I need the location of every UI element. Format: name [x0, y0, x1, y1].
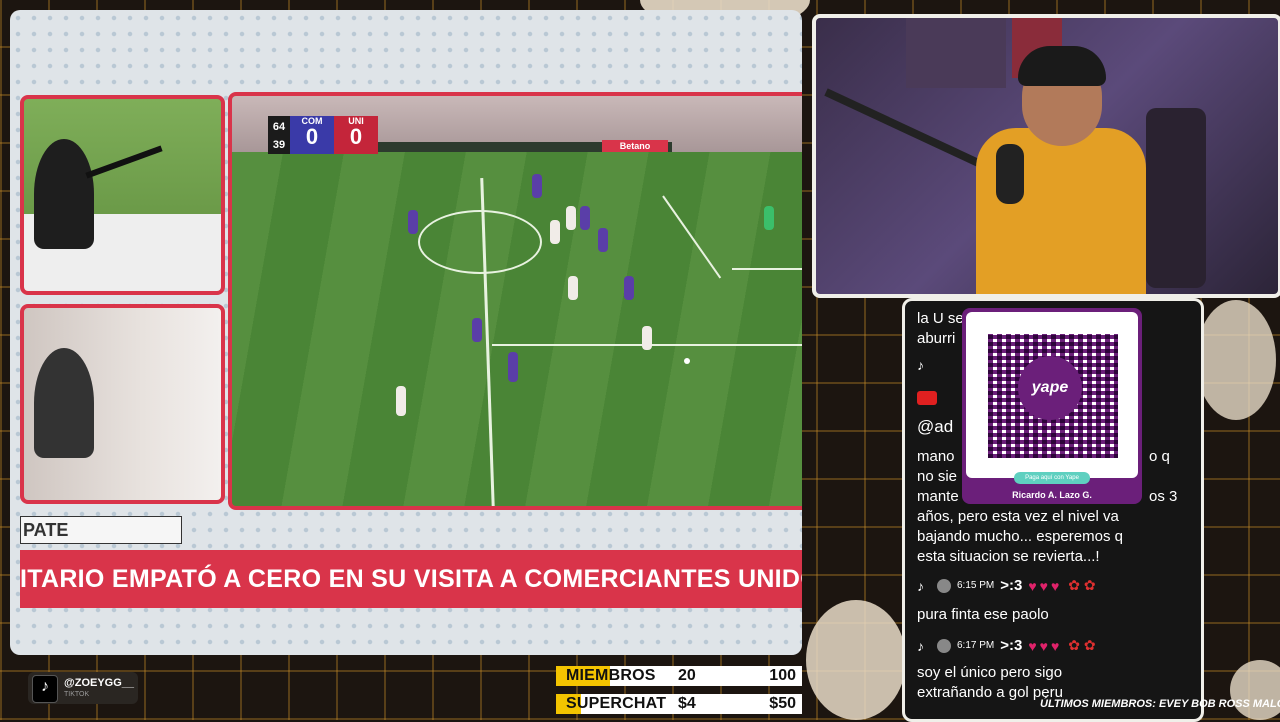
host-figure	[34, 139, 94, 249]
tiktok-handle: @ZOEYGG__	[64, 677, 135, 689]
chat-message: pura finta ese paolo	[917, 606, 1049, 623]
chat-message-fragment: os 3	[1149, 488, 1178, 505]
heart-icon: ♥♥♥	[1028, 637, 1063, 654]
gaming-chair	[1146, 108, 1206, 288]
player	[642, 326, 652, 350]
chat-meta: ♪	[917, 357, 931, 373]
player	[508, 352, 518, 382]
box-line	[732, 268, 802, 270]
football-broadcast: Betano 64 39 COM 0 UNI 0	[228, 92, 802, 510]
goal-label: SUPERCHAT	[566, 695, 667, 712]
player	[568, 276, 578, 300]
scoreboard: 64 39 COM 0 UNI 0	[268, 116, 378, 154]
chat-meta: ♪ 6:15 PM >:3 ♥♥♥ ✿ ✿	[917, 577, 1096, 594]
pay-with-yape-button[interactable]: Paga aquí con Yape	[1014, 472, 1090, 484]
chat-message: años, pero esta vez el nivel va	[917, 508, 1119, 525]
player	[624, 276, 634, 300]
streamer-hair	[1018, 46, 1106, 86]
player	[598, 228, 608, 252]
box-line	[662, 195, 722, 279]
yape-qr-card[interactable]: yape Paga aquí con Yape Ricardo A. Lazo …	[962, 308, 1142, 504]
player	[472, 318, 482, 342]
player	[532, 174, 542, 198]
goal-label: MIEMBROS	[566, 667, 656, 684]
mic-arm	[85, 145, 163, 179]
avatar	[937, 578, 951, 593]
goalkeeper	[764, 206, 774, 230]
chat-message: esta situacion se revierta...!	[917, 548, 1100, 565]
center-circle	[418, 210, 542, 274]
youtube-icon	[917, 391, 937, 405]
away-score: 0	[349, 124, 363, 149]
chat-message: mano	[917, 448, 955, 465]
chat-message: no sie	[917, 468, 958, 485]
lower-third-label: PATE	[20, 516, 182, 544]
chat-message: aburri	[917, 330, 956, 347]
chat-message: soy el único pero sigo	[917, 664, 1063, 681]
main-video-panel: Betano 64 39 COM 0 UNI 0 PATE ITARIO EMP…	[10, 10, 802, 655]
studio-camera-1	[20, 95, 225, 295]
tiktok-icon: ♪	[917, 637, 924, 654]
home-score: 0	[305, 124, 319, 149]
home-team: COM 0	[290, 116, 334, 154]
chat-message: mante	[917, 488, 959, 505]
superchat-goal-bar: SUPERCHAT $4 $50	[556, 694, 802, 714]
streamer-webcam	[812, 14, 1280, 298]
tiktok-icon: ♪	[917, 357, 924, 373]
tiktok-icon: ♪	[32, 675, 58, 703]
clock-seconds: 39	[272, 139, 286, 151]
chat-meta	[917, 391, 937, 405]
player	[566, 206, 576, 230]
tiktok-handle-badge[interactable]: ♪ @ZOEYGG__ TIKTOK	[28, 672, 138, 704]
goal-value: 20	[678, 667, 696, 684]
room-shelf	[906, 18, 1006, 88]
chat-user: >:3	[1000, 577, 1023, 594]
player	[580, 206, 590, 230]
chat-time: 6:15 PM	[957, 580, 995, 591]
player	[408, 210, 418, 234]
ad-betano: Betano	[602, 140, 668, 152]
decorative-swirl	[806, 600, 906, 720]
chat-message: bajando mucho... esperemos q	[917, 528, 1123, 545]
news-ticker: ITARIO EMPATÓ A CERO EN SU VISITA A COME…	[20, 550, 802, 608]
microphone	[996, 144, 1024, 204]
chat-message-fragment: o q	[1149, 448, 1170, 465]
goal-target: $50	[769, 695, 796, 712]
yape-logo: yape	[1018, 356, 1082, 420]
ball	[684, 358, 690, 364]
chat-message: la U se	[917, 310, 964, 327]
chat-meta: ♪ 6:17 PM >:3 ♥♥♥ ✿ ✿	[917, 637, 1096, 654]
members-goal-bar: MIEMBROS 20 100	[556, 666, 802, 686]
chat-time: 6:17 PM	[957, 640, 995, 651]
goal-value: $4	[678, 695, 696, 712]
chat-username: @ad	[917, 417, 954, 436]
decorative-swirl	[1196, 300, 1276, 420]
chat-user: >:3	[1000, 637, 1023, 654]
match-clock: 64 39	[268, 116, 290, 154]
rose-icon: ✿ ✿	[1068, 577, 1096, 593]
mic-arm	[824, 88, 1000, 176]
away-team: UNI 0	[334, 116, 378, 154]
host-figure	[34, 348, 94, 458]
rose-icon: ✿ ✿	[1068, 637, 1096, 653]
latest-members-strip: ÚLTIMOS MIEMBROS: EVEY BOB ROSS MALORIE	[1040, 698, 1280, 710]
tiktok-icon: ♪	[917, 577, 924, 594]
player	[550, 220, 560, 244]
clock-minutes: 64	[272, 121, 286, 133]
heart-icon: ♥♥♥	[1028, 577, 1063, 594]
player	[396, 386, 406, 416]
studio-camera-2	[20, 304, 225, 504]
qr-inner: yape	[966, 312, 1138, 478]
goal-target: 100	[769, 667, 796, 684]
recipient-name: Ricardo A. Lazo G.	[1012, 490, 1092, 500]
tiktok-label: TIKTOK	[64, 691, 90, 698]
avatar	[937, 638, 951, 653]
